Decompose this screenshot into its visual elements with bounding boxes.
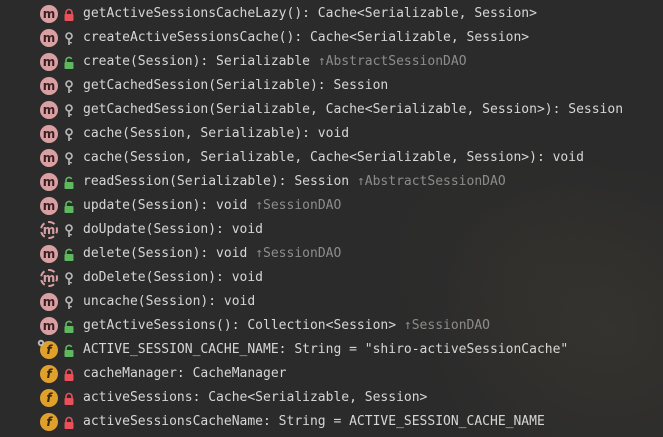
open-lock-icon bbox=[63, 175, 75, 189]
key-icon bbox=[63, 79, 75, 93]
method-icon: m bbox=[40, 5, 58, 23]
list-item-10[interactable]: m doUpdate(Session): void bbox=[0, 218, 663, 242]
list-item-2[interactable]: m createActiveSessionsCache(): Cache<Ser… bbox=[0, 26, 663, 50]
member-signature: getActiveSessions(): Collection<Session> bbox=[83, 318, 397, 333]
list-item-18[interactable]: f activeSessionsCacheName: String = ACTI… bbox=[0, 410, 663, 434]
list-item-12[interactable]: m doDelete(Session): void bbox=[0, 266, 663, 290]
open-lock-icon bbox=[63, 247, 75, 261]
method-icon: m bbox=[40, 77, 58, 95]
list-item-15[interactable]: f ACTIVE_SESSION_CACHE_NAME: String = "s… bbox=[0, 338, 663, 362]
method-icon: m bbox=[40, 125, 58, 143]
list-item-8[interactable]: m readSession(Serializable): Session ↑Ab… bbox=[0, 170, 663, 194]
method-icon: m bbox=[40, 173, 58, 191]
key-icon bbox=[63, 151, 75, 165]
key-icon bbox=[63, 31, 75, 45]
method-icon: m bbox=[40, 101, 58, 119]
method-icon: m bbox=[40, 245, 58, 263]
lock-icon bbox=[63, 367, 75, 381]
member-signature: delete(Session): void bbox=[83, 246, 248, 261]
list-item-9[interactable]: m update(Session): void ↑SessionDAO bbox=[0, 194, 663, 218]
member-origin: ↑SessionDAO bbox=[403, 318, 490, 333]
open-lock-icon bbox=[63, 343, 75, 357]
member-signature: activeSessionsCacheName: String = ACTIVE… bbox=[83, 414, 545, 429]
open-lock-icon bbox=[63, 55, 75, 69]
abstract-method-icon: m bbox=[40, 221, 58, 239]
list-item-11[interactable]: m delete(Session): void ↑SessionDAO bbox=[0, 242, 663, 266]
member-origin: ↑AbstractSessionDAO bbox=[317, 54, 467, 69]
list-item-16[interactable]: f cacheManager: CacheManager bbox=[0, 362, 663, 386]
member-origin: ↑SessionDAO bbox=[255, 198, 342, 213]
key-icon bbox=[63, 271, 75, 285]
member-signature: doDelete(Session): void bbox=[83, 270, 264, 285]
list-item-4[interactable]: m getCachedSession(Serializable): Sessio… bbox=[0, 74, 663, 98]
list-item-1[interactable]: m getActiveSessionsCacheLazy(): Cache<Se… bbox=[0, 2, 663, 26]
list-item-7[interactable]: m cache(Session, Serializable, Cache<Ser… bbox=[0, 146, 663, 170]
member-signature: getCachedSession(Serializable, Cache<Ser… bbox=[83, 102, 624, 117]
key-icon bbox=[63, 223, 75, 237]
member-signature: uncache(Session): void bbox=[83, 294, 256, 309]
list-item-3[interactable]: m create(Session): Serializable ↑Abstrac… bbox=[0, 50, 663, 74]
field-icon: f bbox=[40, 413, 58, 431]
member-signature: getActiveSessionsCacheLazy(): Cache<Seri… bbox=[83, 6, 537, 21]
lock-icon bbox=[63, 415, 75, 429]
method-icon: m bbox=[40, 293, 58, 311]
member-signature: update(Session): void bbox=[83, 198, 248, 213]
pin-icon bbox=[36, 338, 46, 351]
lock-icon bbox=[63, 7, 75, 21]
member-signature: readSession(Serializable): Session bbox=[83, 174, 350, 189]
field-icon: f bbox=[40, 365, 58, 383]
member-origin: ↑SessionDAO bbox=[255, 246, 342, 261]
key-icon bbox=[63, 295, 75, 309]
member-signature: doUpdate(Session): void bbox=[83, 222, 264, 237]
method-icon: m bbox=[40, 149, 58, 167]
method-icon: m bbox=[40, 53, 58, 71]
list-item-13[interactable]: m uncache(Session): void bbox=[0, 290, 663, 314]
lock-icon bbox=[63, 391, 75, 405]
open-lock-icon bbox=[63, 199, 75, 213]
member-signature: ACTIVE_SESSION_CACHE_NAME: String = "shi… bbox=[83, 342, 569, 357]
member-signature: cacheManager: CacheManager bbox=[83, 366, 287, 381]
method-icon: m bbox=[40, 317, 58, 335]
list-item-5[interactable]: m getCachedSession(Serializable, Cache<S… bbox=[0, 98, 663, 122]
abstract-method-icon: m bbox=[40, 269, 58, 287]
member-signature: cache(Session, Serializable, Cache<Seria… bbox=[83, 150, 584, 165]
member-signature: createActiveSessionsCache(): Cache<Seria… bbox=[83, 30, 530, 45]
member-signature: create(Session): Serializable bbox=[83, 54, 310, 69]
method-icon: m bbox=[40, 197, 58, 215]
list-item-17[interactable]: f activeSessions: Cache<Serializable, Se… bbox=[0, 386, 663, 410]
key-icon bbox=[63, 127, 75, 141]
member-origin: ↑AbstractSessionDAO bbox=[356, 174, 506, 189]
member-signature: activeSessions: Cache<Serializable, Sess… bbox=[83, 390, 428, 405]
field-icon: f bbox=[40, 389, 58, 407]
key-icon bbox=[63, 103, 75, 117]
member-signature: getCachedSession(Serializable): Session bbox=[83, 78, 389, 93]
structure-list[interactable]: m getActiveSessionsCacheLazy(): Cache<Se… bbox=[0, 2, 663, 434]
member-signature: cache(Session, Serializable): void bbox=[83, 126, 350, 141]
method-icon: m bbox=[40, 29, 58, 47]
open-lock-icon bbox=[63, 319, 75, 333]
list-item-6[interactable]: m cache(Session, Serializable): void bbox=[0, 122, 663, 146]
list-item-14[interactable]: m getActiveSessions(): Collection<Sessio… bbox=[0, 314, 663, 338]
